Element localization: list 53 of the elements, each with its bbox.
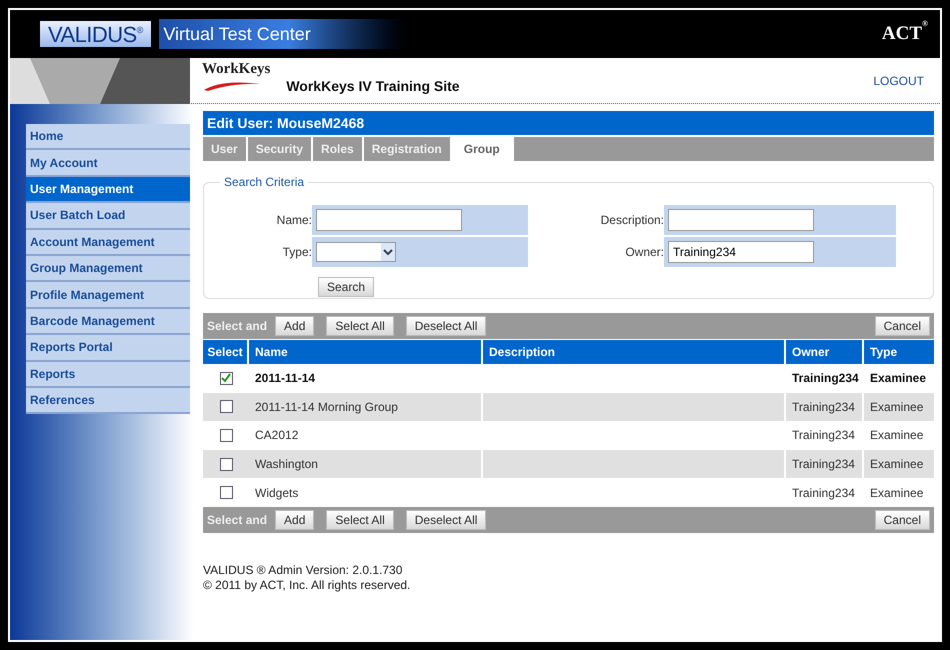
table-cell-text: Examinee (869, 484, 924, 502)
workkeys-logo: WorkKeys (202, 58, 270, 91)
table-cell-text: Examinee (869, 370, 928, 388)
field-label: Owner: (624, 244, 664, 261)
field-label: Name: (276, 212, 312, 229)
logout-link[interactable]: LOGOUT (873, 72, 924, 90)
sidebar-item[interactable]: Barcode Management (26, 308, 190, 336)
add-button[interactable]: Add (275, 316, 314, 336)
action-label: Select and (207, 512, 268, 529)
field-label: Type: (282, 244, 312, 261)
sidebar-item[interactable]: Home (26, 124, 190, 150)
site-title: WorkKeys IV Training Site (286, 77, 460, 96)
act-logo: ACT$^{®}$ (882, 20, 928, 46)
cancel-button[interactable]: Cancel (874, 510, 930, 530)
copyright-text: © 2011 by ACT, Inc. All rights reserved. (203, 578, 412, 593)
table-cell-text: Examinee (869, 427, 924, 444)
chevron-down-icon (381, 243, 395, 261)
sidebar-item[interactable]: Group Management (26, 256, 190, 282)
table-cell-text: Examinee (869, 398, 924, 416)
action-label: Select and (207, 318, 268, 335)
check-icon (221, 373, 231, 384)
row-checkbox[interactable] (220, 458, 232, 471)
description-field[interactable] (668, 209, 814, 231)
deselect-all-button[interactable]: Deselect All (406, 510, 486, 530)
version-text: VALIDUS ® Admin Version: 2.0.1.730 (203, 562, 404, 578)
page-title: Edit User: MouseM2468 (203, 111, 934, 135)
sidebar-item[interactable]: User Management (26, 176, 190, 204)
cancel-button[interactable]: Cancel (874, 316, 930, 336)
deselect-all-button[interactable]: Deselect All (406, 316, 486, 336)
owner-field[interactable]: Training234 (668, 241, 814, 263)
sidebar-item[interactable]: Reports (26, 362, 190, 388)
sidebar-item[interactable]: My Account (26, 150, 190, 177)
sidebar-item[interactable]: User Batch Load (26, 203, 190, 230)
sidebar-item[interactable]: Reports Portal (26, 335, 190, 362)
select-all-button[interactable]: Select All (326, 510, 394, 530)
row-checkbox[interactable] (220, 400, 232, 414)
sidebar-item[interactable]: Account Management (26, 230, 190, 256)
field-label: Description: (600, 212, 664, 229)
type-dropdown[interactable] (316, 242, 396, 262)
table-cell-text: Examinee (869, 456, 924, 474)
sidebar-item[interactable]: Profile Management (26, 282, 190, 309)
search-legend: Search Criteria (220, 173, 308, 191)
row-checkbox[interactable] (220, 372, 232, 385)
row-checkbox[interactable] (220, 428, 232, 442)
tab[interactable]: Group (452, 137, 514, 161)
name-field[interactable] (316, 209, 462, 231)
column-header: Type (869, 344, 898, 361)
add-button[interactable]: Add (275, 510, 314, 530)
select-all-button[interactable]: Select All (326, 316, 394, 336)
brand-logo: VALIDUS$^{®}$ (40, 21, 152, 47)
search-button[interactable]: Search (318, 277, 374, 297)
sidebar-item[interactable]: References (26, 388, 190, 414)
row-checkbox[interactable] (220, 486, 232, 500)
